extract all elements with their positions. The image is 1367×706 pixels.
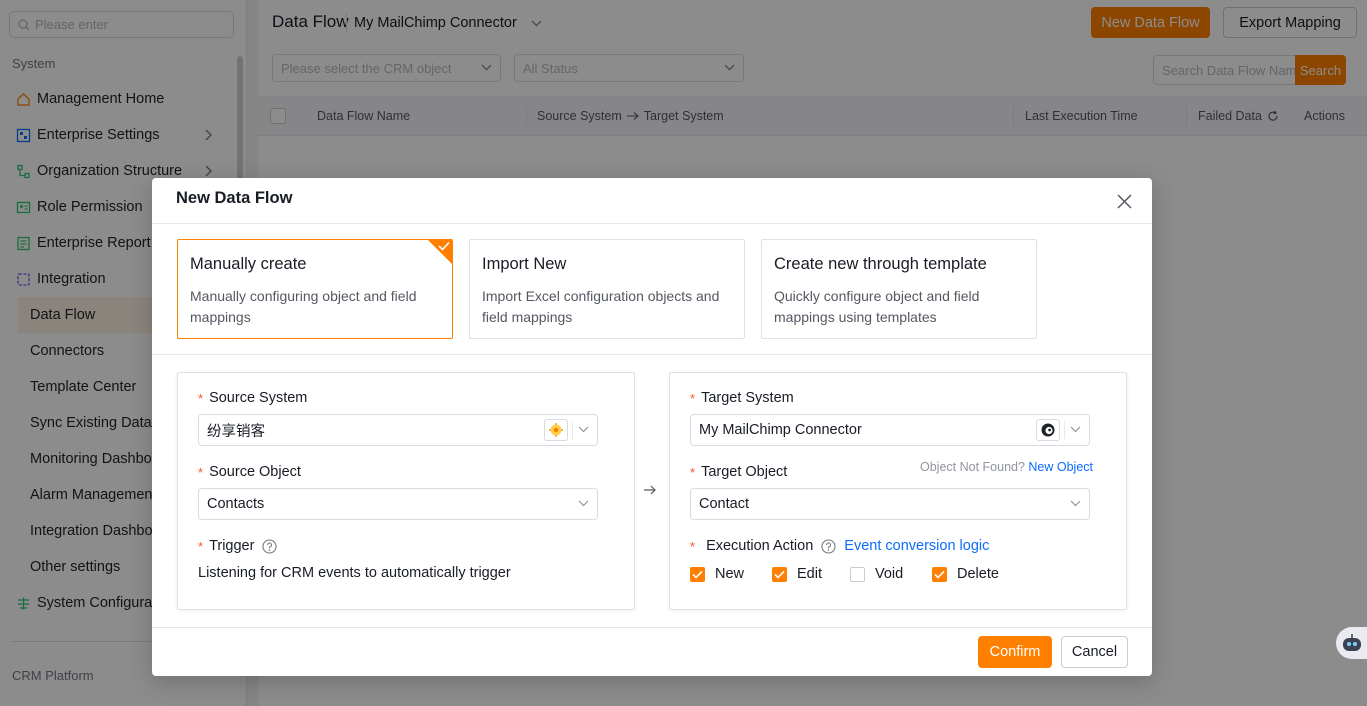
required-mark: * — [690, 390, 696, 406]
source-system-value: 纷享销客 — [207, 423, 265, 440]
checkbox-label: Void — [875, 566, 904, 582]
cancel-button[interactable]: Cancel — [1061, 636, 1128, 668]
close-icon[interactable] — [1114, 191, 1134, 211]
action-checkbox-delete[interactable]: Delete — [932, 566, 999, 582]
trigger-label: * Trigger — [198, 538, 278, 554]
source-system-select[interactable]: 纷享销客 — [198, 414, 598, 446]
object-not-found-text: Object Not Found? — [920, 460, 1025, 474]
mode-card-manually-create[interactable]: Manually create Manually configuring obj… — [177, 239, 453, 339]
target-object-label-text: Target Object — [701, 464, 788, 480]
trigger-label-text: Trigger — [209, 538, 255, 554]
check-icon — [438, 241, 450, 251]
chevron-down-icon — [1070, 500, 1081, 507]
required-mark: * — [198, 538, 204, 554]
new-data-flow-dialog: New Data Flow Manually create Manually c… — [152, 178, 1152, 676]
source-object-label-text: Source Object — [209, 464, 301, 480]
checkbox-label: Edit — [797, 566, 822, 582]
source-system-label: * Source System — [198, 390, 307, 406]
chevron-down-icon — [1070, 426, 1081, 433]
confirm-button[interactable]: Confirm — [978, 636, 1052, 668]
target-system-value: My MailChimp Connector — [699, 422, 862, 438]
required-mark: * — [690, 538, 696, 554]
required-mark: * — [690, 464, 696, 480]
mode-card-title: Manually create — [190, 255, 307, 273]
target-system-select[interactable]: My MailChimp Connector — [690, 414, 1090, 446]
chevron-down-icon — [578, 500, 589, 507]
mode-card-desc: Quickly configure object and field mappi… — [774, 288, 980, 325]
checkbox-label: Delete — [957, 566, 999, 582]
mode-card-import-new[interactable]: Import New Import Excel configuration ob… — [469, 239, 745, 339]
select-divider — [1064, 421, 1065, 439]
chevron-down-icon — [578, 426, 589, 433]
help-icon[interactable] — [262, 538, 278, 554]
mode-card-desc: Import Excel configuration objects and f… — [482, 288, 720, 325]
checkbox-checked[interactable] — [932, 566, 947, 582]
required-mark: * — [198, 390, 204, 406]
target-object-select[interactable]: Contact — [690, 488, 1090, 520]
arrow-right-icon — [644, 485, 656, 495]
source-object-value: Contacts — [207, 496, 265, 512]
dialog-header: New Data Flow — [152, 178, 1152, 224]
source-object-select[interactable]: Contacts — [198, 488, 598, 520]
target-object-value: Contact — [699, 496, 749, 512]
trigger-description: Listening for CRM events to automaticall… — [198, 565, 511, 581]
source-object-label: * Source Object — [198, 464, 301, 480]
mode-card-title: Create new through template — [774, 255, 987, 273]
target-system-label: * Target System — [690, 390, 794, 406]
mode-card-title: Import New — [482, 255, 567, 273]
assistant-robot-icon[interactable] — [1336, 627, 1367, 659]
new-object-link[interactable]: New Object — [1028, 460, 1093, 474]
help-icon[interactable] — [821, 538, 836, 554]
checkbox-checked[interactable] — [690, 566, 705, 582]
checkbox-checked[interactable] — [772, 566, 787, 582]
event-conversion-logic-link[interactable]: Event conversion logic — [844, 538, 989, 554]
dialog-footer-divider — [152, 627, 1152, 628]
dialog-divider — [152, 354, 1152, 355]
mode-card-template[interactable]: Create new through template Quickly conf… — [761, 239, 1037, 339]
checkbox-unchecked[interactable] — [850, 566, 865, 582]
execution-action-label: * Execution Action Event conversion logi… — [690, 538, 989, 554]
checkbox-label: New — [715, 566, 745, 582]
target-system-label-text: Target System — [701, 390, 794, 406]
mode-card-desc: Manually configuring object and field ma… — [190, 288, 417, 325]
fxiaoke-logo-icon — [544, 419, 568, 441]
dialog-title: New Data Flow — [176, 189, 293, 207]
execution-action-label-text: Execution Action — [706, 538, 814, 554]
select-divider — [572, 421, 573, 439]
source-system-label-text: Source System — [209, 390, 308, 406]
mailchimp-logo-icon — [1036, 419, 1060, 441]
action-checkbox-edit[interactable]: Edit — [772, 566, 822, 582]
required-mark: * — [198, 464, 204, 480]
target-object-label: * Target Object — [690, 464, 787, 480]
action-checkbox-new[interactable]: New — [690, 566, 744, 582]
object-not-found-hint: Object Not Found? New Object — [920, 460, 1093, 474]
action-checkbox-void[interactable]: Void — [850, 566, 903, 582]
